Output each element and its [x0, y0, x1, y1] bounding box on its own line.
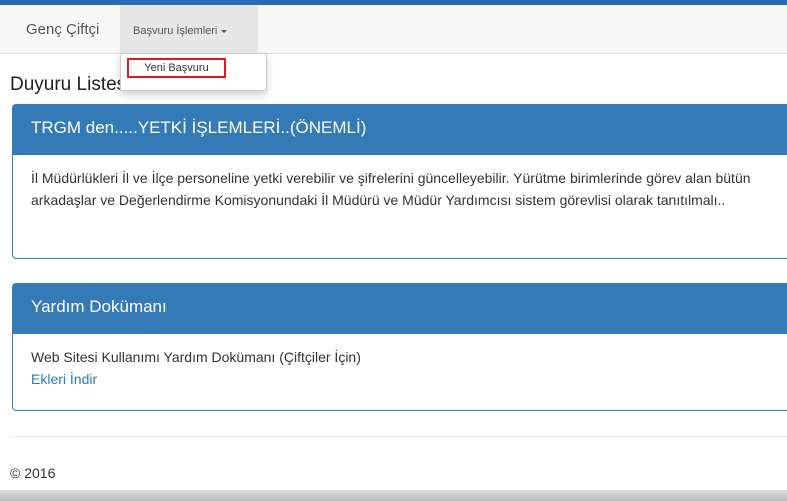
footer-divider	[10, 436, 787, 437]
panel-heading: Yardım Dokümanı	[13, 284, 787, 334]
download-attachments-link[interactable]: Ekleri İndir	[31, 368, 783, 390]
basvuru-islemleri-dropdown[interactable]: Başvuru İşlemleri	[120, 5, 258, 53]
help-document-panel: Yardım Dokümanı Web Sitesi Kullanımı Yar…	[12, 283, 787, 411]
menu-item-yeni-basvuru[interactable]: Yeni Başvuru	[127, 58, 226, 78]
page-title: Duyuru Listesi	[10, 74, 131, 95]
brand-link[interactable]: Genç Çiftçi	[26, 21, 99, 38]
dropdown-menu: Yeni Başvuru	[120, 53, 267, 91]
navbar: Genç Çiftçi Başvuru İşlemleri	[0, 5, 787, 54]
footer-copyright: © 2016	[10, 465, 56, 481]
caret-down-icon	[221, 29, 228, 33]
panel-body: Web Sitesi Kullanımı Yardım Dokümanı (Çi…	[13, 334, 787, 402]
panel-heading: TRGM den.....YETKİ İŞLEMLERİ..(ÖNEMLİ)	[13, 105, 787, 155]
document-title: Web Sitesi Kullanımı Yardım Dokümanı (Çi…	[31, 349, 361, 365]
announcement-panel: TRGM den.....YETKİ İŞLEMLERİ..(ÖNEMLİ) İ…	[12, 104, 787, 259]
bottom-edge	[0, 490, 787, 501]
dropdown-label: Başvuru İşlemleri	[133, 25, 218, 37]
panel-body: İl Müdürlükleri İl ve İlçe personeline y…	[31, 170, 751, 208]
